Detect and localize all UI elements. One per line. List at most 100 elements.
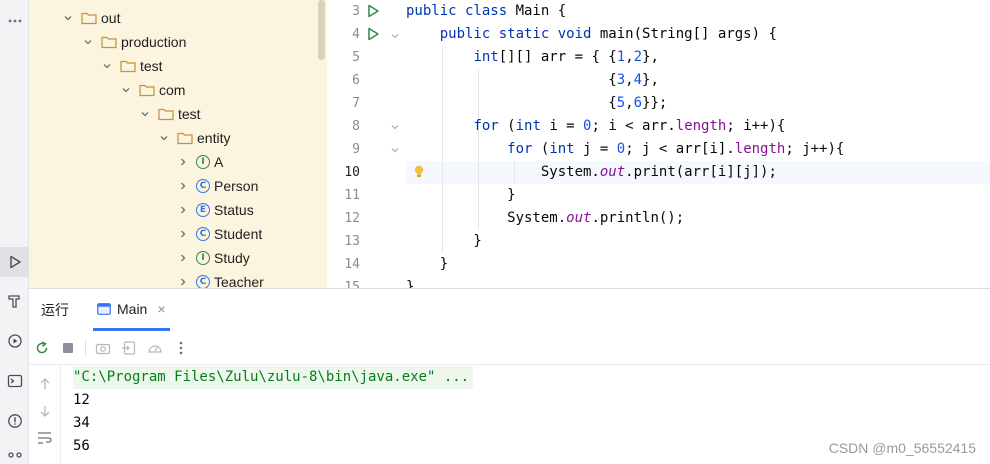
code-line: for (int j = 0; j < arr[i].length; j++){ xyxy=(507,141,845,157)
more-icon[interactable] xyxy=(0,6,29,36)
tree-item-Study[interactable]: I Study xyxy=(176,246,250,270)
chevron-right-icon[interactable] xyxy=(176,251,190,265)
tree-item-Teacher[interactable]: C Teacher xyxy=(176,270,264,288)
tree-item-label: entity xyxy=(197,130,231,146)
chevron-down-icon[interactable] xyxy=(119,83,133,97)
tree-item-entity[interactable]: entity xyxy=(157,126,230,150)
import-icon[interactable] xyxy=(116,335,142,361)
interface-icon: I xyxy=(196,251,210,265)
line-number: 8 xyxy=(352,119,360,134)
code-editor[interactable]: public class Main { public static void m… xyxy=(406,0,990,288)
tree-item-out[interactable]: out xyxy=(61,6,120,30)
line-number: 14 xyxy=(344,257,360,272)
code-line: public class Main { xyxy=(406,3,567,19)
tree-item-label: Status xyxy=(214,202,254,218)
tree-item-test-package[interactable]: test xyxy=(138,102,201,126)
line-number: 11 xyxy=(344,188,360,203)
services-icon[interactable] xyxy=(0,326,29,356)
chevron-right-icon[interactable] xyxy=(176,155,190,169)
watermark: CSDN @m0_56552415 xyxy=(828,440,976,456)
fold-icon[interactable] xyxy=(390,122,400,132)
tab-main-label: Main xyxy=(117,300,148,317)
folder-icon xyxy=(139,84,155,97)
tool-window-stripe xyxy=(0,0,29,464)
tree-item-production[interactable]: production xyxy=(81,30,186,54)
interface-icon: I xyxy=(196,155,210,169)
line-number: 5 xyxy=(352,50,360,65)
line-number: 12 xyxy=(344,211,360,226)
console-output-line: 12 xyxy=(73,392,90,408)
arrow-up-icon[interactable] xyxy=(38,377,52,391)
editor-gutter: 3 4 5 6 7 8 9 10 11 12 13 14 15 xyxy=(328,0,424,295)
fold-icon[interactable] xyxy=(390,31,400,41)
run-gutter-icon[interactable] xyxy=(366,27,380,41)
run-gutter-icon[interactable] xyxy=(366,4,380,18)
tree-item-label: production xyxy=(121,34,187,50)
toolbar-separator xyxy=(85,338,86,357)
more-vertical-icon[interactable] xyxy=(168,335,194,361)
run-panel-title: 运行 xyxy=(41,302,69,318)
code-line: } xyxy=(406,256,449,272)
tree-scrollbar[interactable] xyxy=(318,0,325,60)
chevron-down-icon[interactable] xyxy=(100,59,114,73)
chevron-down-icon[interactable] xyxy=(157,131,171,145)
console-window-icon xyxy=(97,302,111,315)
chevron-right-icon[interactable] xyxy=(176,227,190,241)
run-tool-icon[interactable] xyxy=(0,247,29,277)
chevron-down-icon[interactable] xyxy=(138,107,152,121)
camera-icon[interactable] xyxy=(90,335,116,361)
tree-item-label: Teacher xyxy=(214,274,264,288)
tree-item-label: Study xyxy=(214,250,250,266)
problems-icon[interactable] xyxy=(0,406,29,436)
line-number: 7 xyxy=(352,96,360,111)
stop-icon[interactable] xyxy=(55,335,81,361)
tree-item-Status[interactable]: E Status xyxy=(176,198,254,222)
fold-icon[interactable] xyxy=(390,145,400,155)
soft-wrap-icon[interactable] xyxy=(37,431,53,445)
run-toolbar xyxy=(29,331,990,365)
chevron-right-icon[interactable] xyxy=(176,275,190,288)
tree-item-label: out xyxy=(101,10,121,26)
console-command-line: "C:\Program Files\Zulu\zulu-8\bin\java.e… xyxy=(73,366,474,389)
chevron-right-icon[interactable] xyxy=(176,179,190,193)
folder-icon xyxy=(177,132,193,145)
folder-icon xyxy=(101,36,117,49)
close-icon[interactable]: × xyxy=(157,301,165,317)
line-number: 10 xyxy=(344,165,360,180)
enum-icon: E xyxy=(196,203,210,217)
code-line: {3,4}, xyxy=(406,72,659,88)
tree-item-Person[interactable]: C Person xyxy=(176,174,258,198)
console-side-toolbar xyxy=(29,365,61,464)
folder-icon xyxy=(81,12,97,25)
tree-item-com[interactable]: com xyxy=(119,78,185,102)
tree-item-label: test xyxy=(140,58,163,74)
arrow-down-icon[interactable] xyxy=(38,404,52,418)
class-icon: C xyxy=(196,227,210,241)
folder-icon xyxy=(120,60,136,73)
tree-item-label: test xyxy=(178,106,201,122)
folder-icon xyxy=(158,108,174,121)
line-number: 4 xyxy=(352,27,360,42)
chevron-down-icon[interactable] xyxy=(61,11,75,25)
class-icon: C xyxy=(196,179,210,193)
class-icon: C xyxy=(196,275,210,288)
chevron-down-icon[interactable] xyxy=(81,35,95,49)
tree-item-A[interactable]: I A xyxy=(176,150,223,174)
gauge-icon[interactable] xyxy=(142,335,168,361)
rerun-icon[interactable] xyxy=(29,335,55,361)
tree-item-test[interactable]: test xyxy=(100,54,163,78)
code-line: } xyxy=(406,187,516,203)
line-number: 9 xyxy=(352,142,360,157)
git-icon[interactable] xyxy=(0,442,29,464)
tree-item-label: A xyxy=(214,154,224,170)
line-number: 13 xyxy=(344,234,360,249)
console-output-line: 34 xyxy=(73,415,90,431)
tab-main[interactable]: Main × xyxy=(93,289,170,331)
chevron-right-icon[interactable] xyxy=(176,203,190,217)
build-hammer-icon[interactable] xyxy=(0,286,29,316)
code-line: } xyxy=(406,233,482,249)
terminal-icon[interactable] xyxy=(0,366,29,396)
tree-item-Student[interactable]: C Student xyxy=(176,222,262,246)
code-line: {5,6}}; xyxy=(406,95,668,111)
code-line: System.out.println(); xyxy=(406,210,685,226)
